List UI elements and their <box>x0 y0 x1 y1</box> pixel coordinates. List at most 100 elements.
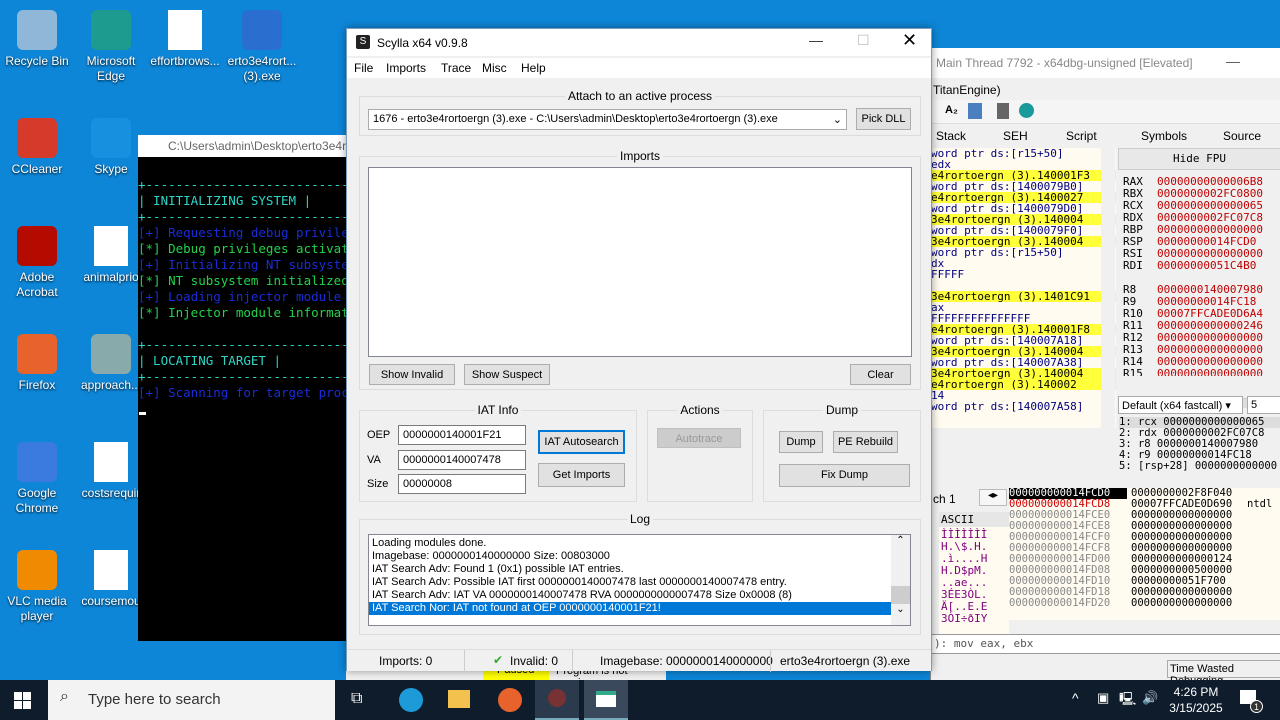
desktop-icon[interactable]: Wcoursemou <box>74 550 148 609</box>
search-box[interactable]: ⌕ Type here to search <box>48 680 335 720</box>
dump-ascii-view[interactable]: ASCII ÌÌÌÌÌÌÌ H.\$.H. .ì....H H.D$pM. ..ae..… <box>939 512 1009 642</box>
stack-comment: ntdl <box>1247 498 1273 510</box>
menu-imports[interactable]: Imports <box>386 61 426 75</box>
disasm-scrollbar[interactable] <box>1101 148 1115 428</box>
font-icon[interactable]: A₂ <box>945 104 958 116</box>
imports-tree[interactable] <box>368 167 912 357</box>
pe-rebuild-button[interactable]: PE Rebuild <box>833 431 898 453</box>
stack-row[interactable]: 000000000014FD20 0000000000000000 <box>1009 598 1280 609</box>
disassembly-view[interactable]: word ptr ds:[r15+50] edx e4rortoergn (3).1… <box>931 148 1116 428</box>
register-row[interactable]: RDI 00000000051C4B0 <box>1123 260 1280 272</box>
log-entry[interactable]: Loading modules done. <box>369 537 910 550</box>
desktop-icon[interactable]: CCleaner <box>0 118 74 177</box>
log-entry[interactable]: IAT Search Nor: IAT not found at OEP 000… <box>369 602 891 615</box>
log-scrollbar[interactable]: ⌃ ⌄ <box>891 535 910 625</box>
callconv-select[interactable]: Default (x64 fastcall) ▾ <box>1118 396 1243 414</box>
dump-button[interactable]: Dump <box>779 431 823 453</box>
clock[interactable]: 4:26 PM 3/15/2025 <box>1168 684 1224 716</box>
start-button[interactable] <box>14 692 31 709</box>
hide-fpu-button[interactable]: Hide FPU <box>1118 148 1280 170</box>
globe-icon[interactable] <box>1019 103 1034 118</box>
command-input[interactable]: ): mov eax, ebx <box>931 634 1280 654</box>
show-hidden-icons[interactable]: ^ <box>1072 690 1079 706</box>
iat-autosearch-button[interactable]: IAT Autosearch <box>538 430 625 454</box>
desktop-icon[interactable]: Recycle Bin <box>0 10 74 69</box>
tab-script[interactable]: Script <box>1066 129 1097 143</box>
minimize-button[interactable]: — <box>1226 53 1240 69</box>
file-explorer-icon[interactable] <box>448 690 470 708</box>
get-imports-button[interactable]: Get Imports <box>538 463 625 487</box>
size-input[interactable]: 00000008 <box>398 474 526 494</box>
console-line: | INITIALIZING SYSTEM | <box>138 193 312 208</box>
log-entry[interactable]: Imagebase: 0000000140000000 Size: 008030… <box>369 550 910 563</box>
desktop-icon[interactable]: Firefox <box>0 334 74 393</box>
close-button[interactable]: ✕ <box>902 30 917 51</box>
imagebase-status: Imagebase: 0000000140000000 <box>600 654 773 668</box>
tab-scroll-arrows[interactable]: ◂▸ <box>979 489 1007 506</box>
menu-help[interactable]: Help <box>521 61 546 75</box>
tab-symbols[interactable]: Symbols <box>1141 129 1187 143</box>
stack-view[interactable]: 000000000014FCD0 0000000002F8F040 00000000… <box>1009 488 1280 620</box>
scylla-titlebar: S Scylla x64 v0.9.8 — ☐ ✕ <box>347 29 931 56</box>
log-list[interactable]: Loading modules done. Imagebase: 00000001… <box>368 534 911 626</box>
dump-group-label: Dump <box>822 403 861 417</box>
task-view-icon[interactable]: ⧉ <box>351 690 362 708</box>
register-row[interactable]: R15 0000000000000000 <box>1123 368 1280 376</box>
x64dbg-taskbar-button[interactable] <box>535 680 579 720</box>
tab-source[interactable]: Source <box>1223 129 1261 143</box>
desktop-icon[interactable]: Wcostsrequir <box>74 442 148 501</box>
console-line: [+] Loading injector module <box>138 289 342 304</box>
clear-button[interactable]: Clear <box>850 364 911 385</box>
device-icon[interactable] <box>968 103 982 119</box>
log-entry[interactable]: IAT Search Adv: Possible IAT first 00000… <box>369 576 910 589</box>
toolbar: A₂ <box>931 100 1280 124</box>
menu-file[interactable]: File <box>354 61 373 75</box>
desktop-icon[interactable]: erto3e4rort... (3).exe <box>225 10 299 84</box>
scylla-taskbar-button[interactable] <box>584 680 628 720</box>
desktop-icon-label: Firefox <box>18 378 56 392</box>
pick-dll-button[interactable]: Pick DLL <box>856 108 911 130</box>
desktop-icon[interactable]: approach... <box>74 334 148 393</box>
console-window[interactable]: C:\Users\admin\Desktop\erto3e4rortoergn … <box>138 135 358 641</box>
argcount-stepper[interactable]: 5 <box>1247 396 1280 414</box>
menu-trace[interactable]: Trace <box>441 61 471 75</box>
camera-icon[interactable]: ▣ <box>1097 690 1109 706</box>
process-select[interactable]: 1676 - erto3e4rortoergn (3).exe - C:\Use… <box>368 109 847 130</box>
show-invalid-button[interactable]: Show Invalid <box>369 364 455 385</box>
desktop-icon-label: VLC media player <box>7 594 67 623</box>
tab-seh[interactable]: SEH <box>1003 129 1028 143</box>
maximize-button[interactable]: ☐ <box>857 32 870 49</box>
desktop-icon-label: animalprio <box>83 270 139 284</box>
desktop-icon[interactable]: Wanimalprio <box>74 226 148 285</box>
log-entry[interactable]: IAT Search Adv: Found 1 (0x1) possible I… <box>369 563 910 576</box>
registers-view[interactable]: RAX 00000000000006B8 RBX 0000000002FC0800 RC… <box>1123 176 1280 376</box>
desktop-icon[interactable]: Skype <box>74 118 148 177</box>
calculator-icon[interactable] <box>997 103 1009 119</box>
word-doc-icon: W <box>94 442 128 482</box>
log-entry[interactable]: IAT Search Adv: IAT VA 0000000140007478 … <box>369 589 910 602</box>
disasm-line: word ptr ds:[140007A58] <box>931 400 1084 413</box>
desktop-icon[interactable]: Microsoft Edge <box>74 10 148 84</box>
fix-dump-button[interactable]: Fix Dump <box>779 464 910 487</box>
desktop-icon[interactable]: Weffortbrows... <box>148 10 222 69</box>
register-name: RBP <box>1123 223 1143 236</box>
tab-stack[interactable]: Stack <box>936 129 966 143</box>
show-suspect-button[interactable]: Show Suspect <box>464 364 550 385</box>
va-input[interactable]: 0000000140007478 <box>398 450 526 470</box>
oep-input[interactable]: 0000000140001F21 <box>398 425 526 445</box>
volume-icon[interactable]: 🔊 <box>1142 690 1158 706</box>
register-name: RCX <box>1123 199 1143 212</box>
desktop-icon[interactable]: Google Chrome <box>0 442 74 516</box>
firefox-taskbar-icon[interactable] <box>498 688 522 712</box>
menu-misc[interactable]: Misc <box>482 61 507 75</box>
network-icon[interactable]: 🖳 <box>1119 690 1136 712</box>
desktop-icon[interactable]: VLC media player <box>0 550 74 624</box>
autotrace-button[interactable]: Autotrace <box>657 428 741 448</box>
edge-taskbar-icon[interactable] <box>399 688 423 712</box>
minimize-button[interactable]: — <box>809 32 823 48</box>
scylla-window[interactable]: S Scylla x64 v0.9.8 — ☐ ✕ File Imports Tra… <box>346 28 932 672</box>
x64dbg-window[interactable]: Main Thread 7792 - x64dbg-unsigned [Elev… <box>930 48 1280 680</box>
desktop-icon[interactable]: Adobe Acrobat <box>0 226 74 300</box>
time: 4:26 PM <box>1173 685 1219 699</box>
